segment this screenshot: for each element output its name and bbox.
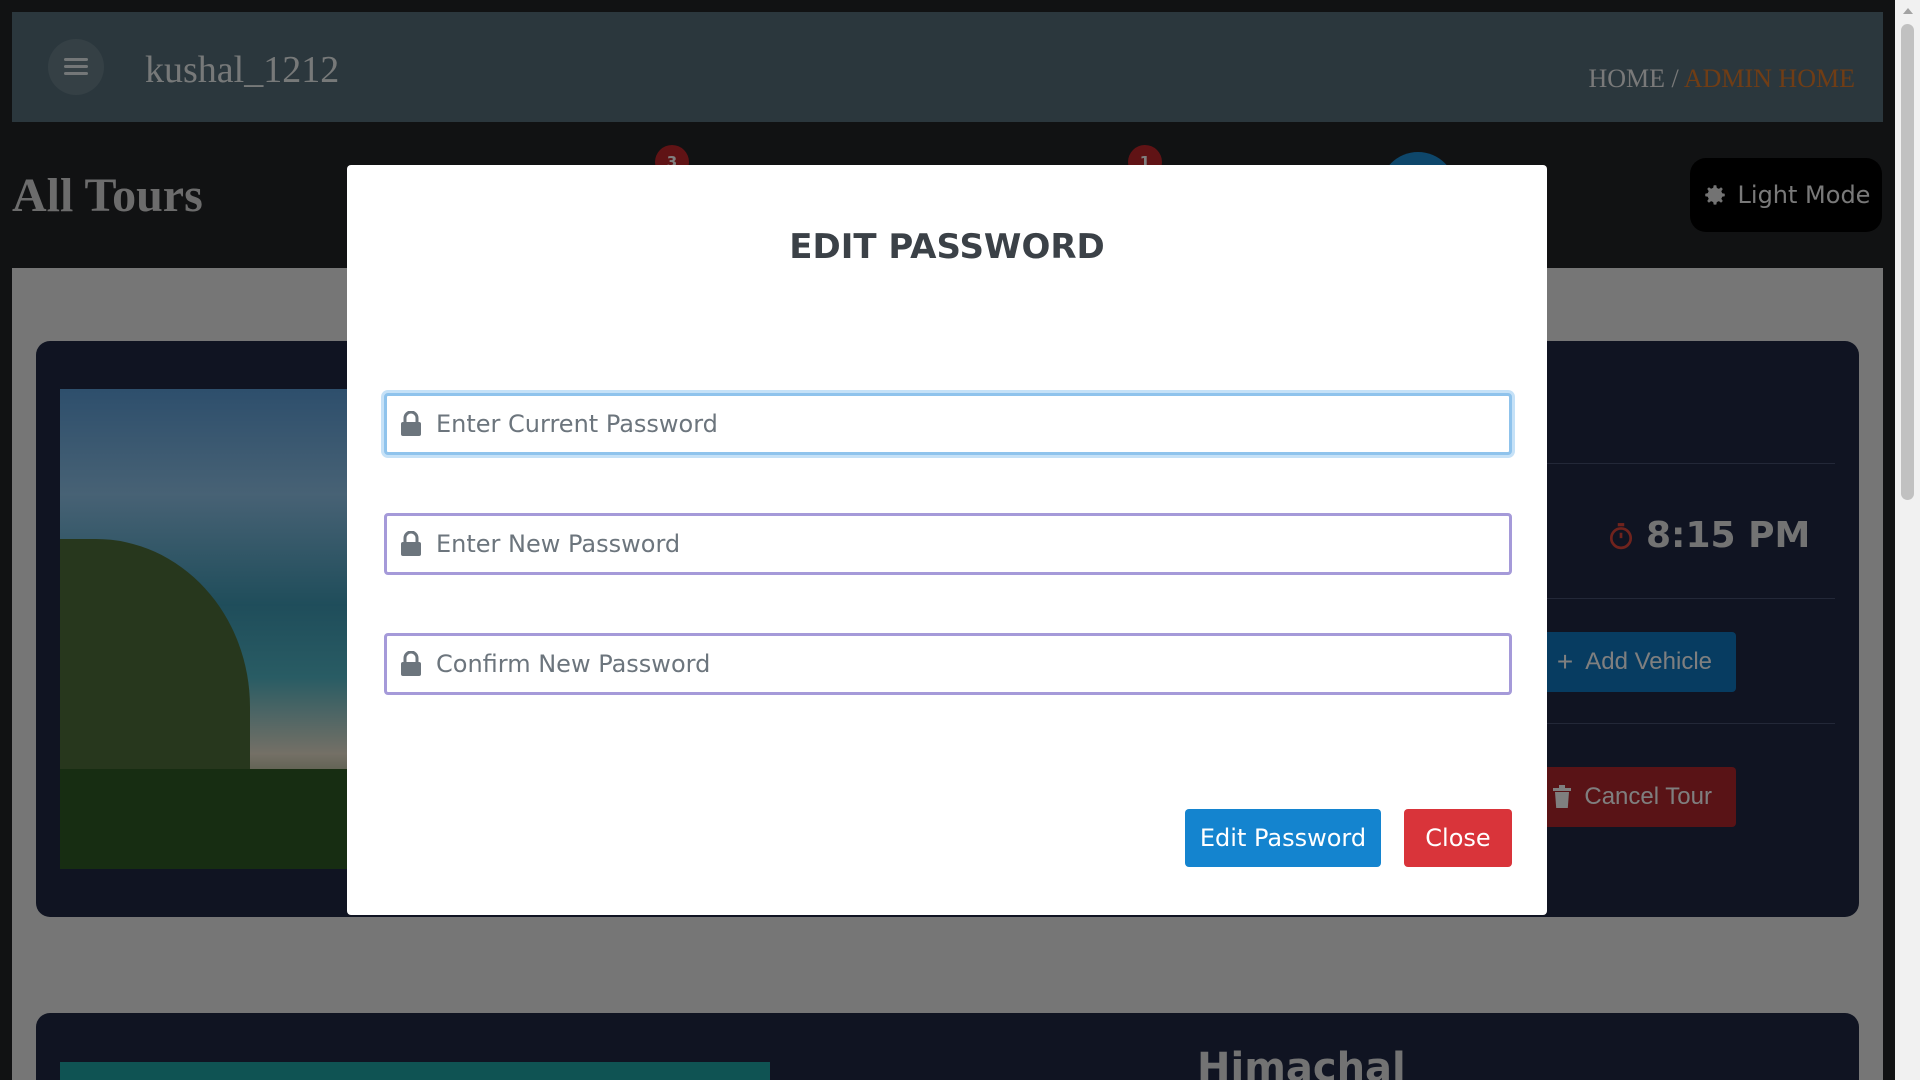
new-password-field[interactable] xyxy=(384,513,1512,575)
close-button[interactable]: Close xyxy=(1404,809,1512,867)
edit-password-button[interactable]: Edit Password xyxy=(1185,809,1381,867)
current-password-field[interactable] xyxy=(384,393,1512,455)
lock-icon xyxy=(401,411,421,436)
edit-password-modal: EDIT PASSWORD Edit Password Close xyxy=(347,165,1547,915)
confirm-password-input[interactable] xyxy=(436,636,1509,692)
modal-title: EDIT PASSWORD xyxy=(789,227,1105,267)
lock-icon xyxy=(401,651,421,676)
scroll-up-arrow-icon[interactable] xyxy=(1903,8,1913,14)
scrollbar-thumb[interactable] xyxy=(1901,24,1914,500)
page-scrollbar[interactable] xyxy=(1895,0,1920,1080)
lock-icon xyxy=(401,531,421,556)
current-password-input[interactable] xyxy=(436,396,1509,452)
new-password-input[interactable] xyxy=(436,516,1509,572)
confirm-password-field[interactable] xyxy=(384,633,1512,695)
